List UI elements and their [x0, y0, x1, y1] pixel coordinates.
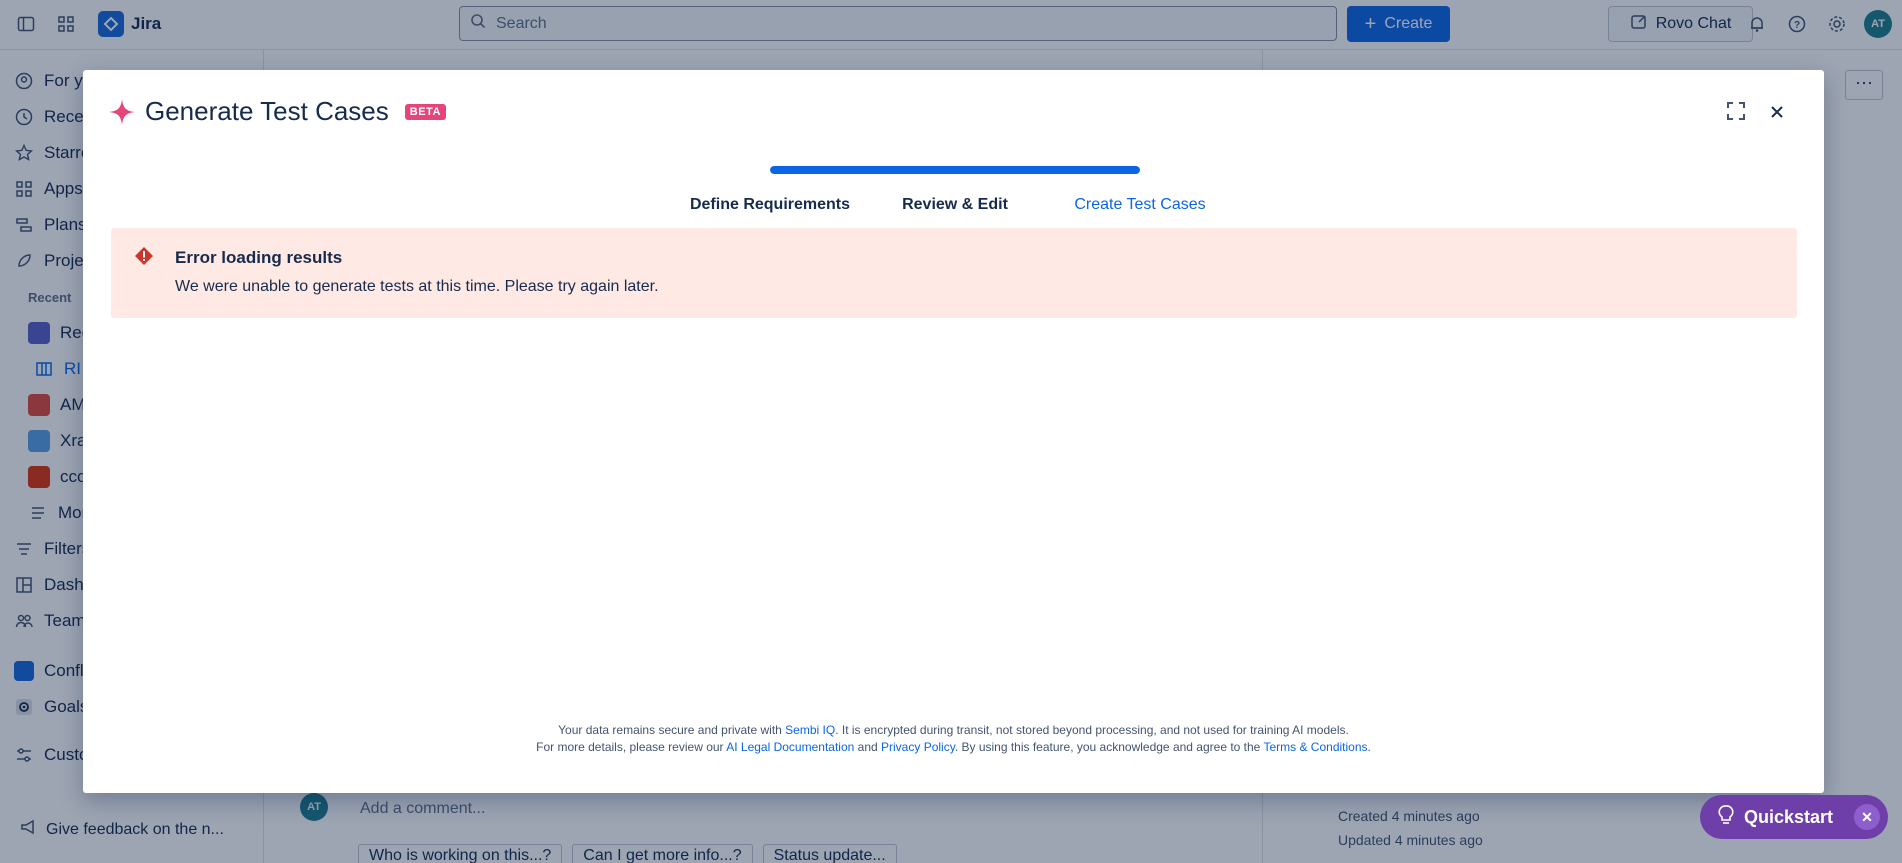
step-define-requirements[interactable]: Define Requirements	[690, 196, 850, 214]
privacy-text: . It is encrypted during transit, not st…	[835, 723, 1349, 737]
beta-badge: BETA	[404, 103, 446, 120]
lightbulb-icon	[1718, 804, 1734, 830]
error-message: We were unable to generate tests at this…	[175, 278, 659, 295]
step-create-test-cases[interactable]: Create Test Cases	[1074, 196, 1205, 214]
wizard-progress-bar	[770, 166, 1140, 174]
close-icon[interactable]	[1765, 100, 1789, 124]
quickstart-button[interactable]: Quickstart ✕	[1700, 795, 1888, 839]
privacy-footer: Your data remains secure and private wit…	[83, 722, 1824, 756]
step-review-edit[interactable]: Review & Edit	[902, 196, 1008, 214]
wizard-progress-fill	[770, 166, 1140, 174]
expand-icon[interactable]	[1725, 100, 1749, 124]
terms-conditions-link[interactable]: Terms & Conditions	[1263, 740, 1367, 754]
error-icon	[134, 246, 154, 269]
privacy-text: .	[1367, 740, 1371, 754]
generate-test-cases-modal: Generate Test Cases BETA Define Requirem…	[83, 70, 1824, 793]
privacy-line-2: For more details, please review our AI L…	[83, 739, 1824, 756]
sembi-iq-link[interactable]: Sembi IQ	[785, 723, 835, 737]
privacy-line-1: Your data remains secure and private wit…	[83, 722, 1824, 739]
privacy-text: and	[854, 740, 882, 754]
modal-title: Generate Test Cases BETA	[145, 96, 446, 127]
quickstart-label: Quickstart	[1744, 806, 1834, 827]
error-banner: Error loading results We were unable to …	[111, 228, 1797, 318]
quickstart-close-icon[interactable]: ✕	[1854, 804, 1880, 830]
privacy-policy-link[interactable]: Privacy Policy	[881, 740, 955, 754]
error-title: Error loading results	[175, 248, 343, 267]
modal-title-text: Generate Test Cases	[145, 96, 389, 126]
privacy-text: For more details, please review our	[536, 740, 727, 754]
privacy-text: Your data remains secure and private wit…	[558, 723, 786, 737]
ai-legal-documentation-link[interactable]: AI Legal Documentation	[726, 740, 854, 754]
sparkle-icon	[108, 98, 136, 129]
privacy-text: . By using this feature, you acknowledge…	[954, 740, 1264, 754]
